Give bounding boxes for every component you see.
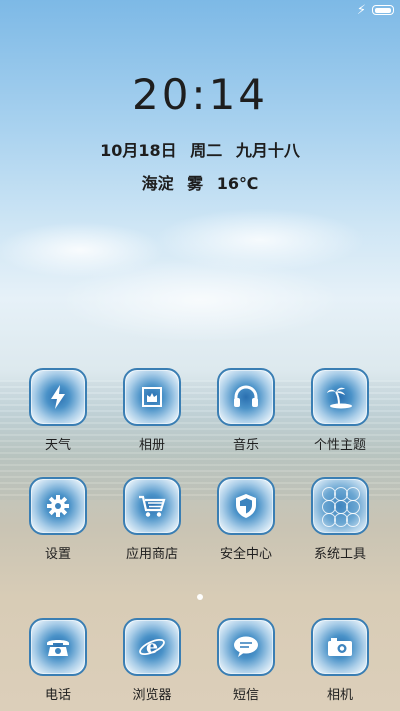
- date: 10月18日: [100, 141, 177, 160]
- app-label: 音乐: [232, 438, 259, 453]
- page-indicator: [0, 585, 400, 604]
- app-browser[interactable]: e 浏览器: [107, 618, 197, 703]
- gear-icon: [29, 477, 87, 535]
- message-bubble-icon: [217, 618, 275, 676]
- battery-icon: [372, 5, 394, 15]
- date-line: 10月18日 周二 九月十八: [0, 137, 400, 161]
- app-store[interactable]: 应用商店: [107, 477, 197, 562]
- app-security[interactable]: 安全中心: [201, 477, 291, 562]
- app-themes[interactable]: 个性主题: [295, 368, 385, 453]
- app-label: 安全中心: [219, 547, 272, 562]
- temperature: 16℃: [216, 174, 259, 193]
- weather-line[interactable]: 海淀 雾 16℃: [0, 170, 400, 194]
- weekday: 周二: [190, 141, 223, 160]
- app-label: 天气: [44, 438, 71, 453]
- lunar-date: 九月十八: [235, 141, 300, 160]
- mini-app-icon: [346, 513, 360, 527]
- app-label: 浏览器: [132, 688, 172, 703]
- app-music[interactable]: 音乐: [201, 368, 291, 453]
- svg-text:e: e: [146, 636, 158, 658]
- app-settings[interactable]: 设置: [13, 477, 103, 562]
- weather-condition: 雾: [187, 174, 204, 193]
- app-gallery[interactable]: 相册: [107, 368, 197, 453]
- app-label: 个性主题: [313, 438, 366, 453]
- tools-folder-icon: [311, 477, 369, 535]
- clock-time[interactable]: 20:14: [0, 70, 400, 119]
- app-phone[interactable]: 电话: [13, 618, 103, 703]
- app-label: 相机: [326, 688, 353, 703]
- app-label: 设置: [44, 547, 71, 562]
- status-bar: ⚡: [280, 0, 400, 24]
- phone-icon: [29, 618, 87, 676]
- app-label: 短信: [232, 688, 259, 703]
- app-messages[interactable]: 短信: [201, 618, 291, 703]
- app-label: 电话: [44, 688, 71, 703]
- weather-bolt-icon: [29, 368, 87, 426]
- mini-app-icon: [346, 500, 360, 514]
- app-weather[interactable]: 天气: [13, 368, 103, 453]
- app-camera[interactable]: 相机: [295, 618, 385, 703]
- cloud-background: [0, 180, 400, 350]
- browser-icon: e: [123, 618, 181, 676]
- app-label: 应用商店: [125, 547, 178, 562]
- gallery-icon: [123, 368, 181, 426]
- mini-app-icon: [346, 487, 360, 501]
- charging-icon: ⚡: [356, 3, 366, 18]
- camera-icon: [311, 618, 369, 676]
- headphones-icon: [217, 368, 275, 426]
- app-label: 系统工具: [313, 547, 366, 562]
- shield-icon: [217, 477, 275, 535]
- palm-island-icon: [311, 368, 369, 426]
- page-dot-active: [197, 594, 203, 600]
- app-label: 相册: [138, 438, 165, 453]
- app-system-tools[interactable]: 系统工具: [295, 477, 385, 562]
- location: 海淀: [141, 174, 174, 193]
- shopping-cart-icon: [123, 477, 181, 535]
